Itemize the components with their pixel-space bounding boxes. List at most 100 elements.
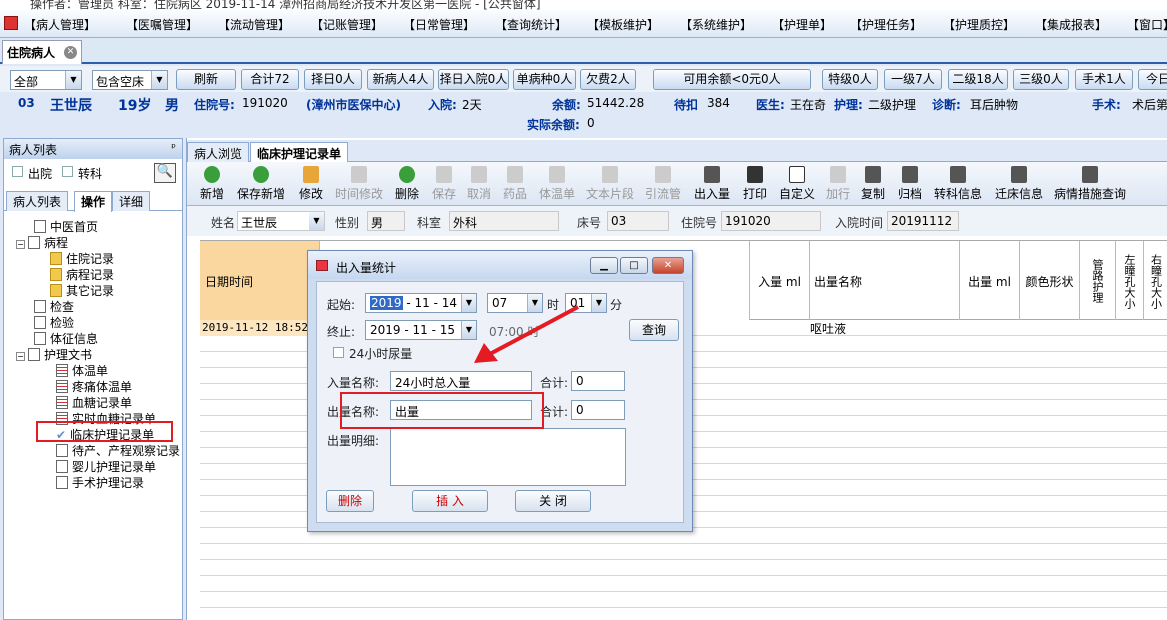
delete-button[interactable]: 删除 xyxy=(395,166,419,202)
drug-button[interactable]: 药品 xyxy=(503,166,527,202)
text-snippet-button[interactable]: 文本片段 xyxy=(586,166,634,202)
tree-item-infant[interactable]: 婴儿护理记录单 xyxy=(56,459,156,475)
bed-move-info-button[interactable]: 迁床信息 xyxy=(995,166,1043,202)
menu-nursing-qc[interactable]: 【护理质控】 xyxy=(943,16,1015,33)
drain-button[interactable]: 引流管 xyxy=(645,166,681,202)
tree-item-tcm-home[interactable]: 中医首页 xyxy=(34,219,98,235)
start-date-picker[interactable]: 2019 - 11 - 14 ▼ xyxy=(365,293,477,313)
tab-operation[interactable]: 操作 xyxy=(74,191,113,212)
save-new-button[interactable]: 保存新增 xyxy=(237,166,285,202)
col-tube-care[interactable]: 管路护理 xyxy=(1080,241,1116,321)
menu-daily[interactable]: 【日常管理】 xyxy=(403,16,475,33)
special-grade-button[interactable]: 特级0人 xyxy=(822,69,878,90)
temperature-button[interactable]: 体温单 xyxy=(539,166,575,202)
tree-item-vitals[interactable]: 体征信息 xyxy=(34,331,98,347)
menu-billing[interactable]: 【记账管理】 xyxy=(311,16,383,33)
scope-select[interactable]: 全部 ▼ xyxy=(10,70,82,90)
available-balance-button[interactable]: 可用余额<0元0人 xyxy=(653,69,811,90)
row-output-name[interactable]: 呕吐液 xyxy=(810,320,846,337)
output-detail-field[interactable] xyxy=(390,428,626,486)
tree-item-admission-record[interactable]: 住院记录 xyxy=(50,251,114,267)
intake-output-button[interactable]: 出入量 xyxy=(694,166,730,202)
start-hour-select[interactable]: 07 ▼ xyxy=(487,293,543,313)
tree-item-labor[interactable]: 待产、产程观察记录 xyxy=(56,443,180,459)
tab-inpatient[interactable]: 住院病人 ✕ xyxy=(2,40,82,64)
menu-template[interactable]: 【模板维护】 xyxy=(587,16,659,33)
tree-item-progress[interactable]: − 病程 xyxy=(16,235,68,251)
name-select[interactable]: 王世辰 ▼ xyxy=(237,211,325,231)
archive-button[interactable]: 归档 xyxy=(898,166,922,202)
col-intake-ml[interactable]: 入量 ml xyxy=(750,241,810,321)
edit-button[interactable]: 修改 xyxy=(299,166,323,202)
tree-item-progress-record[interactable]: 病程记录 xyxy=(50,267,114,283)
scheduled-admit-button[interactable]: 择日入院0人 xyxy=(438,69,509,90)
menu-patient[interactable]: 【病人管理】 xyxy=(24,16,96,33)
custom-button[interactable]: 自定义 xyxy=(779,166,815,202)
add-row-button[interactable]: 加行 xyxy=(826,166,850,202)
tree-item-glucose[interactable]: 血糖记录单 xyxy=(56,395,132,411)
start-minute-select[interactable]: 01 ▼ xyxy=(565,293,607,313)
menu-query[interactable]: 【查询统计】 xyxy=(495,16,567,33)
tab-clinical-record[interactable]: 临床护理记录单 xyxy=(250,142,349,162)
menu-nursing-form[interactable]: 【护理单】 xyxy=(772,16,832,33)
save-button[interactable]: 保存 xyxy=(432,166,456,202)
grade2-button[interactable]: 二级18人 xyxy=(948,69,1008,90)
arrears-button[interactable]: 欠费2人 xyxy=(580,69,636,90)
intake-name-field[interactable]: 24小时总入量 xyxy=(390,371,532,391)
transfer-checkbox[interactable] xyxy=(62,166,73,177)
cancel-button[interactable]: 取消 xyxy=(467,166,491,202)
total-button[interactable]: 合计72 xyxy=(241,69,299,90)
tree-item-exam[interactable]: 检查 xyxy=(34,299,74,315)
col-datetime[interactable]: 日期时间 xyxy=(200,241,320,321)
output-total-field[interactable]: 0 xyxy=(571,400,625,420)
copy-button[interactable]: 复制 xyxy=(861,166,885,202)
tab-patient-list[interactable]: 病人列表 xyxy=(6,191,69,211)
tab-patient-browse[interactable]: 病人浏览 xyxy=(187,142,250,162)
menu-system[interactable]: 【系统维护】 xyxy=(680,16,752,33)
menu-orders[interactable]: 【医嘱管理】 xyxy=(126,16,198,33)
close-icon[interactable]: ✕ xyxy=(652,257,684,274)
row-datetime[interactable]: 2019-11-12 18:52 xyxy=(200,320,320,336)
discharged-checkbox[interactable] xyxy=(12,166,23,177)
bed-filter-select[interactable]: 包含空床 ▼ xyxy=(92,70,168,90)
menu-flow[interactable]: 【流动管理】 xyxy=(218,16,290,33)
tree-item-temperature[interactable]: 体温单 xyxy=(56,363,108,379)
search-icon[interactable]: 🔍 xyxy=(154,163,176,183)
collapse-icon[interactable]: − xyxy=(16,352,25,361)
insert-button[interactable]: 插 入 xyxy=(412,490,488,512)
condition-measures-button[interactable]: 病情措施查询 xyxy=(1054,166,1126,202)
new-patients-button[interactable]: 新病人4人 xyxy=(367,69,434,90)
collapse-icon[interactable]: − xyxy=(16,240,25,249)
tree-item-surgery-nursing[interactable]: 手术护理记录 xyxy=(56,475,144,491)
tree-item-pain-temperature[interactable]: 疼痛体温单 xyxy=(56,379,132,395)
grade3-button[interactable]: 三级0人 xyxy=(1013,69,1069,90)
delete-button[interactable]: 删除 xyxy=(326,490,374,512)
urine-24h-checkbox[interactable] xyxy=(333,347,344,358)
new-button[interactable]: 新增 xyxy=(200,166,224,202)
transfer-info-button[interactable]: 转科信息 xyxy=(934,166,982,202)
tree-item-nursing-docs[interactable]: − 护理文书 xyxy=(16,347,92,363)
time-edit-button[interactable]: 时间修改 xyxy=(335,166,383,202)
col-color-shape[interactable]: 颜色形状 xyxy=(1020,241,1080,321)
menu-reports[interactable]: 【集成报表】 xyxy=(1035,16,1107,33)
col-right-pupil[interactable]: 右瞳孔大小 xyxy=(1144,241,1167,321)
minimize-icon[interactable]: ▁ xyxy=(590,257,618,274)
tree-item-other-record[interactable]: 其它记录 xyxy=(50,283,114,299)
grade1-button[interactable]: 一级7人 xyxy=(884,69,942,90)
query-button[interactable]: 查询 xyxy=(629,319,679,341)
pin-icon[interactable]: ᵖ xyxy=(171,141,176,154)
col-output-name[interactable]: 出量名称 xyxy=(810,241,960,321)
tab-detail[interactable]: 详细 xyxy=(112,191,151,211)
col-output-ml[interactable]: 出量 ml xyxy=(960,241,1020,321)
scheduled-button[interactable]: 择日0人 xyxy=(304,69,362,90)
print-button[interactable]: 打印 xyxy=(743,166,767,202)
end-date-picker[interactable]: 2019 - 11 - 15 ▼ xyxy=(365,320,477,340)
surgery-button[interactable]: 手术1人 xyxy=(1075,69,1133,90)
menu-window[interactable]: 【窗口】 xyxy=(1127,16,1167,33)
menu-nursing-task[interactable]: 【护理任务】 xyxy=(850,16,922,33)
col-left-pupil[interactable]: 左瞳孔大小 xyxy=(1116,241,1144,321)
intake-total-field[interactable]: 0 xyxy=(571,371,625,391)
close-button[interactable]: 关 闭 xyxy=(515,490,591,512)
maximize-icon[interactable]: □ xyxy=(620,257,648,274)
single-disease-button[interactable]: 单病种0人 xyxy=(513,69,576,90)
